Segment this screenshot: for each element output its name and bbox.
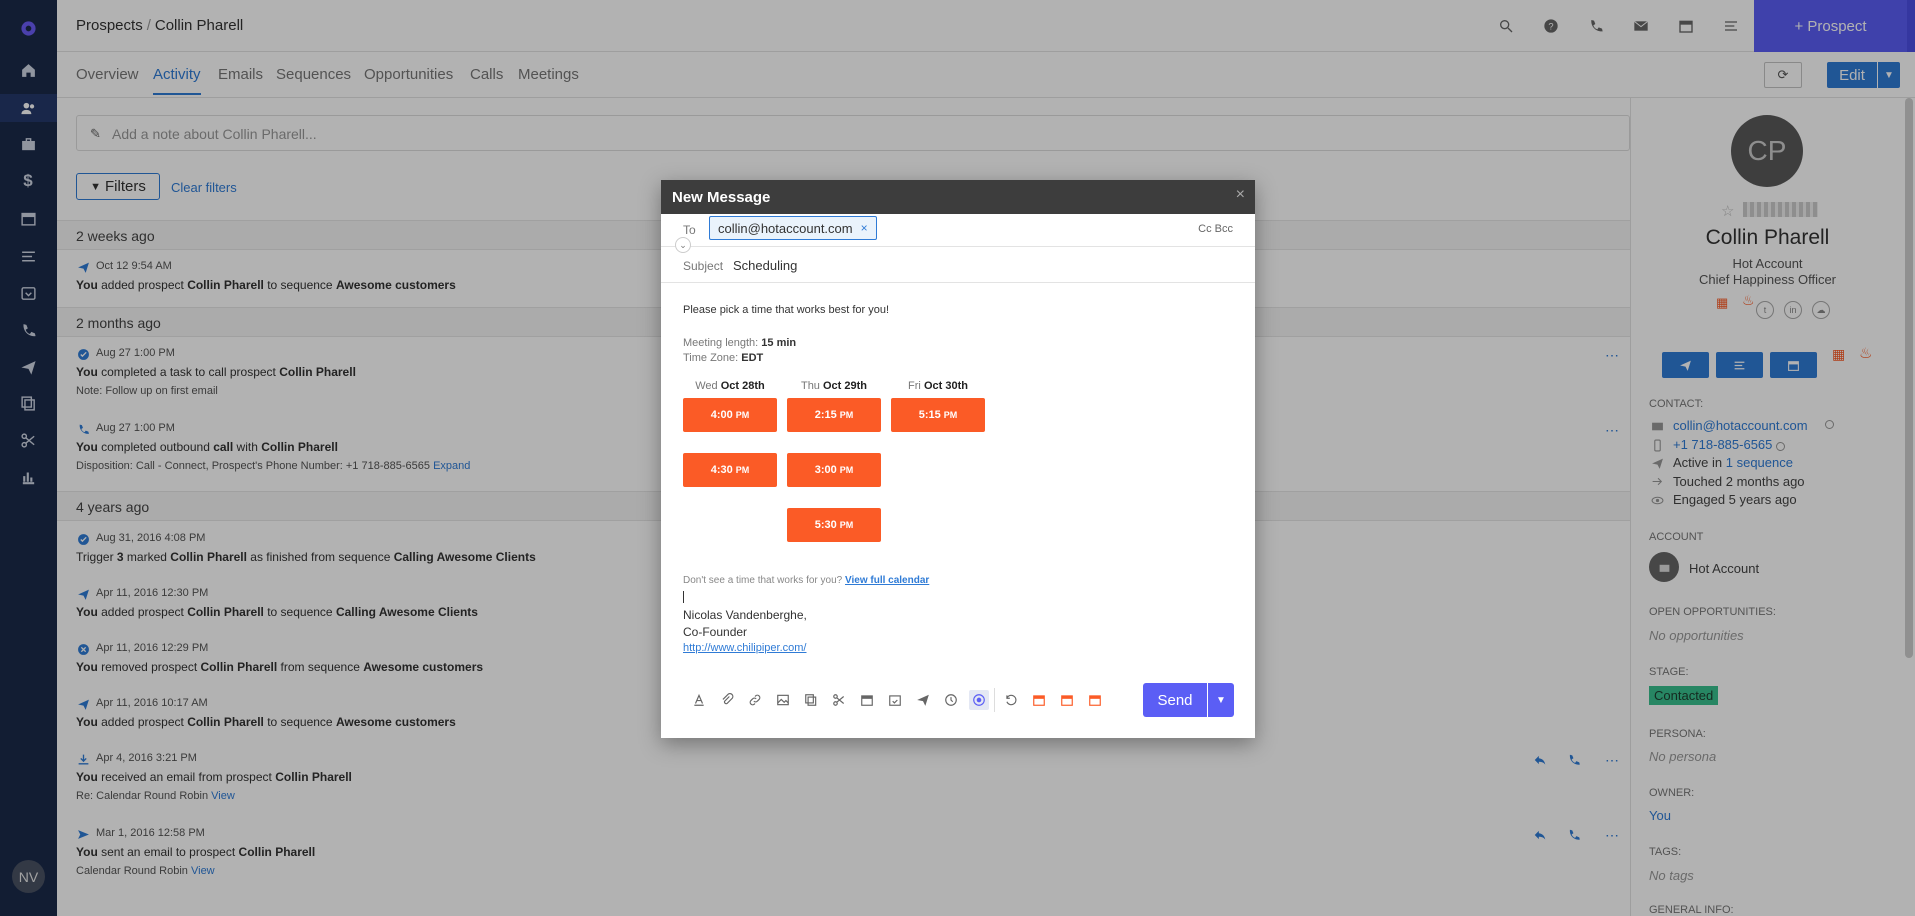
calendar-icon[interactable] bbox=[857, 690, 877, 710]
time-slot-button[interactable]: 2:15 PM bbox=[787, 398, 881, 432]
time-slot-button[interactable]: 4:00 PM bbox=[683, 398, 777, 432]
send-options-button[interactable]: ▼ bbox=[1208, 683, 1234, 717]
image-icon[interactable] bbox=[773, 690, 793, 710]
chilipiper-icon[interactable] bbox=[969, 690, 989, 710]
time-slot-button[interactable]: 3:00 PM bbox=[787, 453, 881, 487]
undo-icon[interactable] bbox=[1001, 690, 1021, 710]
templates-icon[interactable] bbox=[801, 690, 821, 710]
remove-recipient-icon[interactable]: × bbox=[861, 221, 868, 235]
view-full-calendar-link[interactable]: View full calendar bbox=[845, 575, 929, 586]
cc-bcc-toggle[interactable]: Cc Bcc bbox=[1198, 223, 1233, 235]
day-header: Wed Oct 28th bbox=[695, 380, 765, 392]
day-header: Fri Oct 30th bbox=[908, 380, 968, 392]
modal-header: New Message × bbox=[661, 180, 1255, 214]
signature-link[interactable]: http://www.chilipiper.com/ bbox=[683, 642, 807, 654]
time-slot-button[interactable]: 5:30 PM bbox=[787, 508, 881, 542]
text-format-icon[interactable] bbox=[689, 690, 709, 710]
close-icon[interactable]: × bbox=[1236, 186, 1245, 204]
chevron-down-icon[interactable]: ⌄ bbox=[675, 237, 691, 253]
attachment-icon[interactable] bbox=[717, 690, 737, 710]
time-slot-button[interactable]: 5:15 PM bbox=[891, 398, 985, 432]
email-body-intro: Please pick a time that works best for y… bbox=[683, 304, 890, 316]
clock-icon[interactable] bbox=[941, 690, 961, 710]
text-cursor bbox=[683, 591, 684, 603]
time-slot-button[interactable]: 4:30 PM bbox=[683, 453, 777, 487]
calendar-orange-icon[interactable] bbox=[1085, 690, 1105, 710]
link-icon[interactable] bbox=[745, 690, 765, 710]
subject-input[interactable]: Scheduling bbox=[733, 258, 797, 273]
calendar-orange-icon[interactable] bbox=[1029, 690, 1049, 710]
new-message-modal: New Message × To collin@hotaccount.com × … bbox=[661, 180, 1255, 738]
snippets-icon[interactable] bbox=[829, 690, 849, 710]
send-later-icon[interactable] bbox=[913, 690, 933, 710]
calendar-check-icon[interactable] bbox=[885, 690, 905, 710]
recipient-chip[interactable]: collin@hotaccount.com × bbox=[709, 216, 877, 240]
day-header: Thu Oct 29th bbox=[800, 380, 868, 392]
send-button[interactable]: Send bbox=[1143, 683, 1207, 717]
calendar-orange-icon[interactable] bbox=[1057, 690, 1077, 710]
